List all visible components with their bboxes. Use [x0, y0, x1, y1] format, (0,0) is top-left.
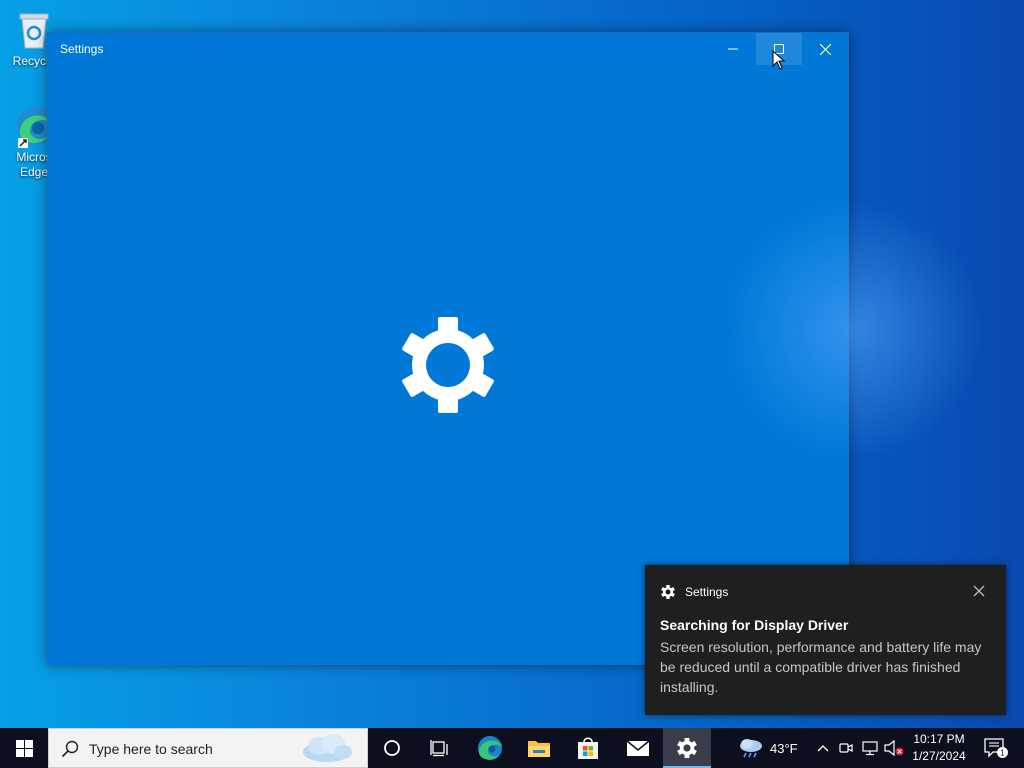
toast-app-name: Settings — [685, 585, 729, 599]
close-icon — [819, 43, 831, 55]
windows-logo-icon — [15, 739, 33, 757]
search-highlight-cloud-icon — [303, 734, 352, 762]
gear-icon — [661, 585, 675, 599]
mail-button[interactable] — [614, 728, 662, 768]
search-icon — [61, 740, 79, 758]
toast-close-icon[interactable] — [971, 583, 987, 599]
network-icon — [862, 741, 878, 756]
notification-count: 1 — [1000, 749, 1005, 758]
network-button[interactable] — [859, 728, 881, 768]
minimize-button[interactable] — [710, 33, 756, 65]
mail-icon — [626, 740, 650, 756]
task-view-button[interactable] — [416, 728, 464, 768]
camera-icon — [839, 743, 853, 753]
mouse-cursor-icon — [772, 50, 786, 70]
gear-icon — [402, 317, 494, 413]
cortana-button[interactable] — [368, 728, 416, 768]
taskbar-settings-button[interactable] — [663, 728, 711, 768]
search-placeholder: Type here to search — [89, 741, 213, 757]
start-button[interactable] — [0, 728, 48, 768]
search-box[interactable]: Type here to search — [48, 728, 368, 768]
taskbar: Type here to search 43°F 10:17 PM 1/27/2… — [0, 728, 1024, 768]
notification-icon: 1 — [984, 738, 1008, 758]
taskbar-edge-button[interactable] — [466, 728, 514, 768]
file-explorer-button[interactable] — [515, 728, 563, 768]
volume-muted-icon — [884, 740, 904, 756]
toast-body: Screen resolution, performance and batte… — [660, 639, 982, 695]
close-button[interactable] — [802, 33, 848, 65]
cortana-icon — [384, 740, 400, 756]
window-title: Settings — [60, 42, 104, 56]
minimize-icon — [728, 48, 738, 50]
meet-now-button[interactable] — [836, 728, 856, 768]
edge-icon — [478, 736, 502, 760]
file-explorer-icon — [528, 741, 550, 757]
chevron-up-icon — [817, 745, 829, 752]
window-titlebar[interactable]: Settings — [48, 33, 848, 65]
settings-icon — [677, 738, 697, 758]
clock-time: 10:17 PM — [913, 732, 965, 746]
task-view-icon — [430, 740, 448, 757]
weather-temp: 43°F — [770, 740, 798, 756]
rain-cloud-icon — [740, 739, 762, 758]
weather-widget[interactable]: 43°F — [738, 728, 798, 768]
store-icon — [578, 737, 598, 759]
show-hidden-icons-button[interactable] — [812, 728, 834, 768]
store-button[interactable] — [564, 728, 612, 768]
toast-notification[interactable]: Settings Searching for Display Driver Sc… — [645, 565, 1006, 715]
action-center-button[interactable]: 1 — [976, 728, 1016, 768]
toast-app-row: Settings — [661, 585, 728, 599]
volume-button[interactable] — [883, 728, 905, 768]
clock-date: 1/27/2024 — [912, 749, 966, 763]
system-clock[interactable]: 10:17 PM 1/27/2024 — [905, 731, 973, 765]
toast-heading: Searching for Display Driver — [660, 617, 849, 633]
